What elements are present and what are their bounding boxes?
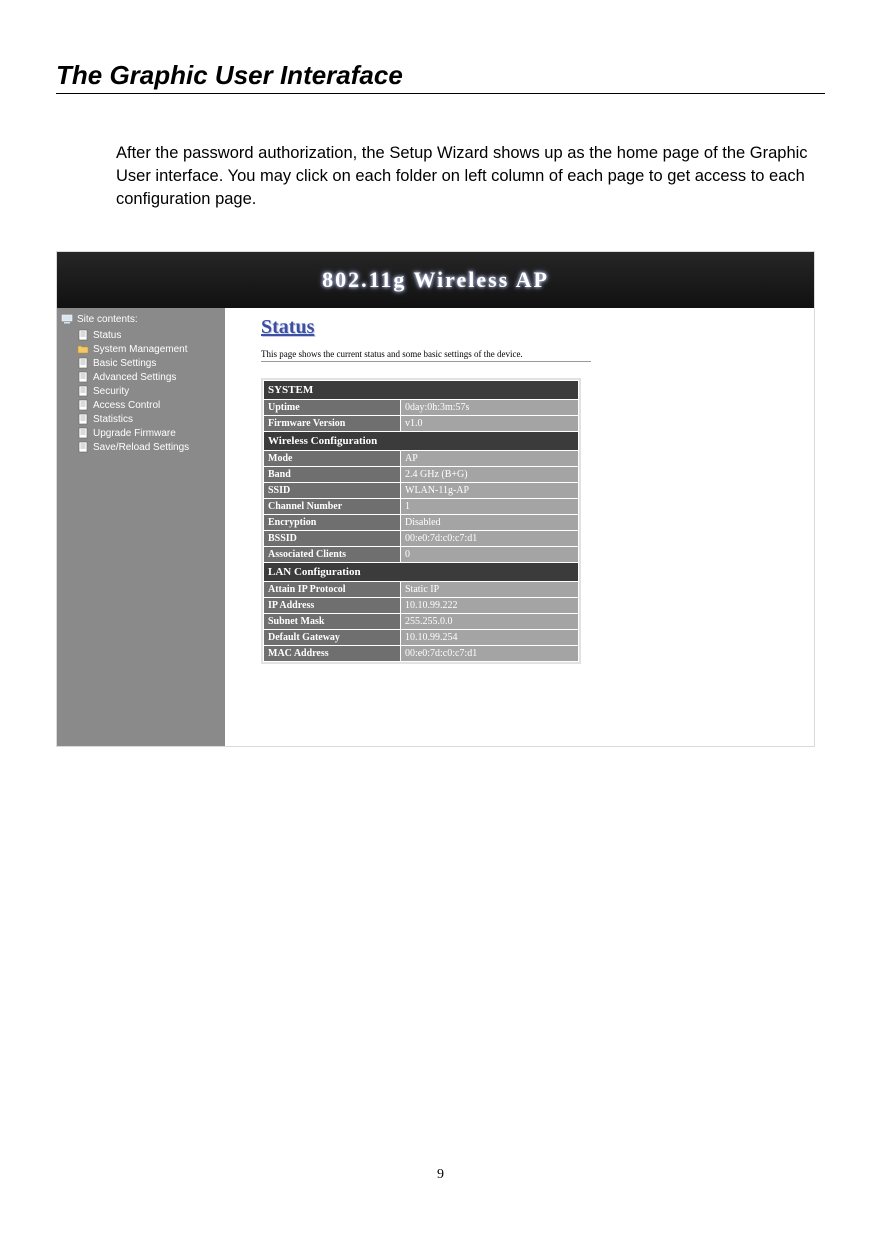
table-row: EncryptionDisabled <box>264 515 578 530</box>
sidebar-item[interactable]: Upgrade Firmware <box>77 426 223 440</box>
row-key: Encryption <box>264 515 400 530</box>
sidebar-item-label: Status <box>93 330 121 341</box>
page-icon <box>77 413 89 425</box>
row-value: 1 <box>401 499 578 514</box>
sidebar-item-label: Basic Settings <box>93 358 156 369</box>
sidebar: Site contents: Status System Management Ba… <box>57 308 225 746</box>
row-value: AP <box>401 451 578 466</box>
table-row: ModeAP <box>264 451 578 466</box>
sidebar-item[interactable]: Advanced Settings <box>77 370 223 384</box>
page-icon <box>77 399 89 411</box>
table-row: Firmware Versionv1.0 <box>264 416 578 431</box>
row-key: Band <box>264 467 400 482</box>
table-row: Attain IP ProtocolStatic IP <box>264 582 578 597</box>
app-screenshot: 802.11g Wireless AP Site contents: Statu… <box>56 251 815 747</box>
sidebar-item[interactable]: System Management <box>77 342 223 356</box>
table-row: Uptime0day:0h:3m:57s <box>264 400 578 415</box>
sidebar-item-label: Save/Reload Settings <box>93 442 189 453</box>
table-row: Subnet Mask255.255.0.0 <box>264 614 578 629</box>
content-pane: Status This page shows the current statu… <box>225 308 814 746</box>
row-key: Mode <box>264 451 400 466</box>
row-value: 255.255.0.0 <box>401 614 578 629</box>
row-value: 0 <box>401 547 578 562</box>
table-row: Band2.4 GHz (B+G) <box>264 467 578 482</box>
sidebar-item[interactable]: Save/Reload Settings <box>77 440 223 454</box>
row-key: Channel Number <box>264 499 400 514</box>
divider <box>261 361 591 362</box>
table-row: IP Address10.10.99.222 <box>264 598 578 613</box>
section-title: Wireless Configuration <box>264 432 578 450</box>
table-row: Default Gateway10.10.99.254 <box>264 630 578 645</box>
row-key: BSSID <box>264 531 400 546</box>
row-key: Default Gateway <box>264 630 400 645</box>
row-value: 10.10.99.254 <box>401 630 578 645</box>
status-heading: Status <box>261 316 814 339</box>
row-value: Disabled <box>401 515 578 530</box>
page-icon <box>77 329 89 341</box>
page-title: The Graphic User Interaface <box>56 60 825 94</box>
app-banner: 802.11g Wireless AP <box>57 252 814 308</box>
section-title: SYSTEM <box>264 381 578 399</box>
sidebar-item[interactable]: Basic Settings <box>77 356 223 370</box>
page-icon <box>77 385 89 397</box>
tree-root-label: Site contents: <box>77 314 138 325</box>
row-value: 0day:0h:3m:57s <box>401 400 578 415</box>
table-row: Associated Clients0 <box>264 547 578 562</box>
row-value: 00:e0:7d:c0:c7:d1 <box>401 646 578 661</box>
sidebar-item-label: Statistics <box>93 414 133 425</box>
row-value: v1.0 <box>401 416 578 431</box>
sidebar-item[interactable]: Statistics <box>77 412 223 426</box>
status-table: SYSTEMUptime0day:0h:3m:57sFirmware Versi… <box>261 378 581 664</box>
row-value: 00:e0:7d:c0:c7:d1 <box>401 531 578 546</box>
section-header: Wireless Configuration <box>264 432 578 450</box>
tree-root: Site contents: <box>59 312 223 326</box>
section-header: LAN Configuration <box>264 563 578 581</box>
page-icon <box>77 371 89 383</box>
sidebar-item-label: Advanced Settings <box>93 372 176 383</box>
row-value: 2.4 GHz (B+G) <box>401 467 578 482</box>
table-row: Channel Number1 <box>264 499 578 514</box>
sidebar-item-label: Access Control <box>93 400 160 411</box>
intro-paragraph: After the password authorization, the Se… <box>116 142 825 211</box>
row-key: Subnet Mask <box>264 614 400 629</box>
row-key: Firmware Version <box>264 416 400 431</box>
sidebar-item-label: Upgrade Firmware <box>93 428 176 439</box>
row-key: SSID <box>264 483 400 498</box>
sidebar-item-label: System Management <box>93 344 188 355</box>
sidebar-item[interactable]: Status <box>77 328 223 342</box>
page-icon <box>77 357 89 369</box>
row-key: Uptime <box>264 400 400 415</box>
page-icon <box>77 427 89 439</box>
section-header: SYSTEM <box>264 381 578 399</box>
row-value: Static IP <box>401 582 578 597</box>
row-key: MAC Address <box>264 646 400 661</box>
row-value: WLAN-11g-AP <box>401 483 578 498</box>
page-icon <box>77 441 89 453</box>
table-row: BSSID00:e0:7d:c0:c7:d1 <box>264 531 578 546</box>
sidebar-item-label: Security <box>93 386 129 397</box>
table-row: MAC Address00:e0:7d:c0:c7:d1 <box>264 646 578 661</box>
row-value: 10.10.99.222 <box>401 598 578 613</box>
sidebar-item[interactable]: Security <box>77 384 223 398</box>
sidebar-item[interactable]: Access Control <box>77 398 223 412</box>
page-number: 9 <box>56 1167 825 1183</box>
folder-icon <box>77 343 89 355</box>
row-key: Attain IP Protocol <box>264 582 400 597</box>
row-key: IP Address <box>264 598 400 613</box>
computer-icon <box>61 313 73 325</box>
row-key: Associated Clients <box>264 547 400 562</box>
status-description: This page shows the current status and s… <box>261 349 814 359</box>
table-row: SSIDWLAN-11g-AP <box>264 483 578 498</box>
section-title: LAN Configuration <box>264 563 578 581</box>
